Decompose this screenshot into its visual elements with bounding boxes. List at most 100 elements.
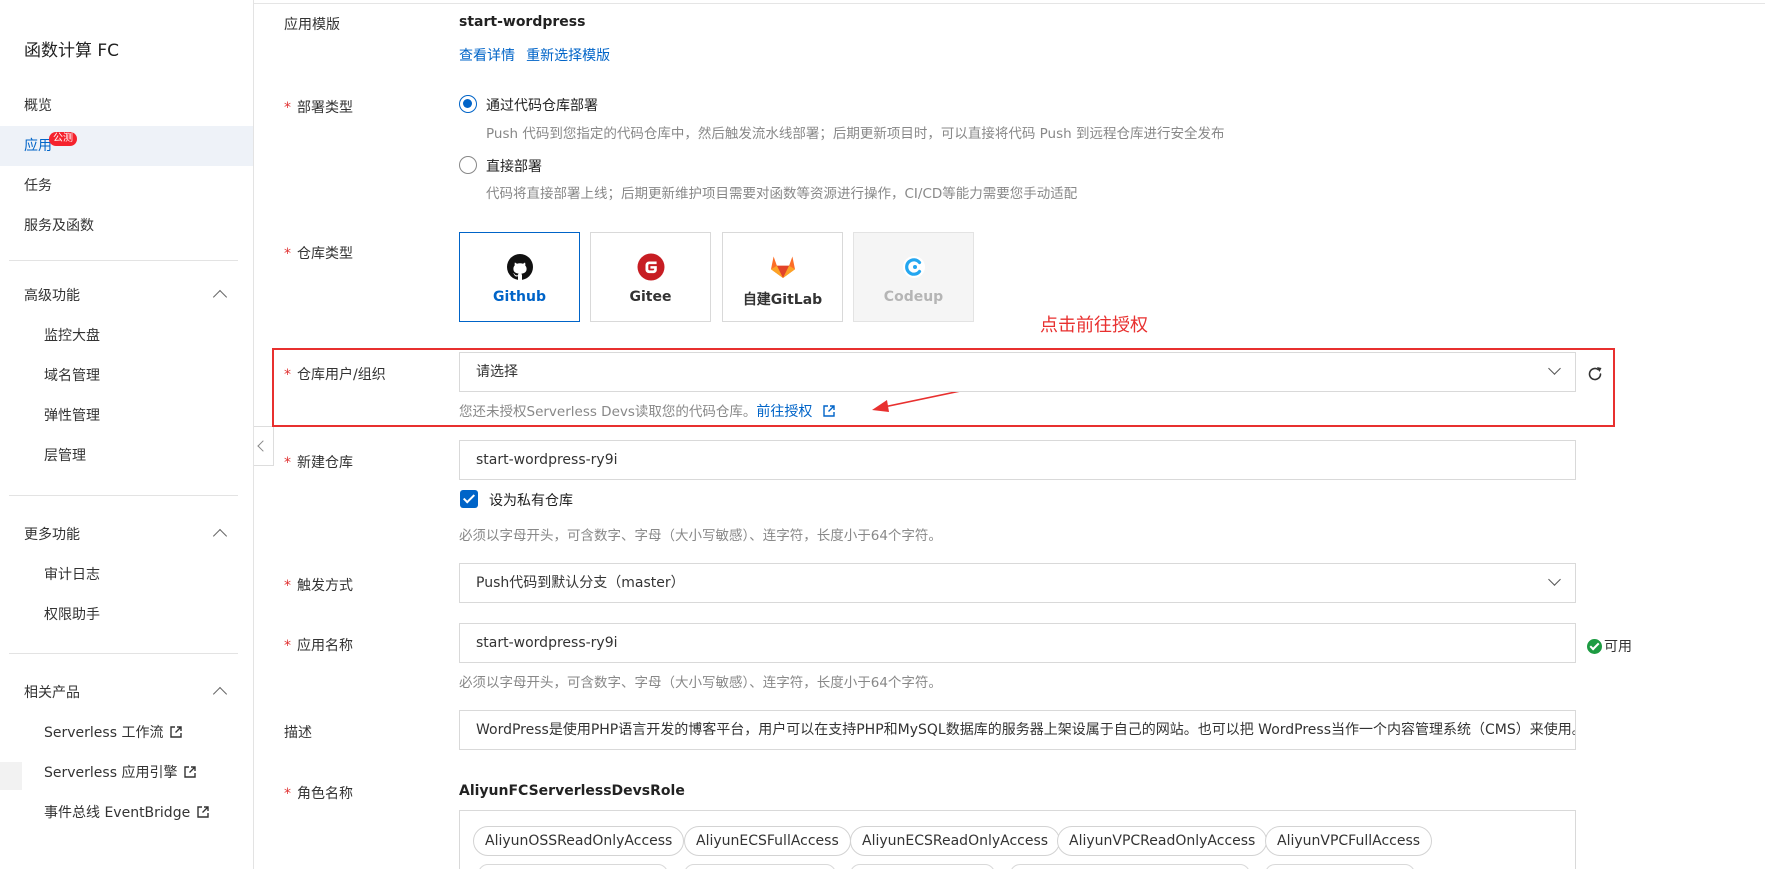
policy-tag: AliyunECSFullAccess [684, 826, 851, 856]
trigger-select[interactable]: Push代码到默认分支（master） [459, 563, 1576, 603]
app-name-input[interactable]: start-wordpress-ry9i [459, 623, 1576, 663]
top-border [56, 0, 1765, 4]
sidebar-item-label: Serverless 工作流 [44, 725, 164, 741]
repo-type-label: Codeup [883, 289, 944, 305]
chevron-up-icon [212, 289, 228, 305]
sidebar-item-permission-helper[interactable]: 权限助手 [0, 595, 253, 635]
template-value: start-wordpress [459, 14, 586, 30]
sidebar-item-tasks[interactable]: 任务 [0, 166, 253, 206]
section-advanced[interactable]: 高级功能 [0, 276, 253, 316]
sidebar-item-label: 弹性管理 [44, 408, 100, 424]
reselect-template-link[interactable]: 重新选择模版 [526, 48, 610, 64]
description-input[interactable]: WordPress是使用PHP语言开发的博客平台，用户可以在支持PHP和MySQ… [459, 710, 1576, 750]
deploy-direct-radio[interactable] [459, 156, 477, 174]
private-repo-checkbox[interactable] [460, 490, 478, 508]
repo-owner-label: * 仓库用户/组织 [284, 367, 386, 383]
deploy-direct-label[interactable]: 直接部署 [486, 156, 542, 176]
sidebar-item-label: 审计日志 [44, 567, 100, 583]
required-mark: * [284, 455, 291, 471]
app-name-label: * 应用名称 [284, 638, 353, 654]
repo-owner-hint: 您还未授权Serverless Devs读取您的代码仓库。前往授权 [459, 400, 835, 421]
sidebar-item-audit-log[interactable]: 审计日志 [0, 555, 253, 595]
external-link-icon [197, 806, 209, 818]
sidebar-divider [9, 260, 238, 261]
policy-tag [850, 864, 995, 869]
repo-owner-select[interactable]: 请选择 [459, 352, 1576, 392]
beta-badge: 公测 [49, 132, 77, 146]
section-more[interactable]: 更多功能 [0, 515, 253, 555]
role-value: AliyunFCServerlessDevsRole [459, 783, 685, 799]
app-name-hint: 必须以字母开头，可含数字、字母（大小写敏感）、连字符，长度小于64个字符。 [459, 675, 942, 691]
template-label: 应用模版 [284, 17, 340, 33]
product-title: 函数计算 FC [24, 41, 120, 61]
sidebar-link-serverless-app-engine[interactable]: Serverless 应用引擎 [0, 753, 253, 793]
sidebar-item-layers[interactable]: 层管理 [0, 436, 253, 476]
new-repo-input[interactable]: start-wordpress-ry9i [459, 440, 1576, 480]
sidebar-item-label: 事件总线 EventBridge [44, 805, 191, 821]
chevron-down-icon [1548, 573, 1561, 586]
repo-type-label: Gitee [629, 289, 672, 305]
role-label: * 角色名称 [284, 786, 353, 802]
deploy-via-repo-desc: Push 代码到您指定的代码仓库中，然后触发流水线部署；后期更新项目时，可以直接… [486, 126, 1225, 142]
select-placeholder: 请选择 [476, 364, 518, 380]
required-mark: * [284, 786, 291, 802]
sidebar-collapse-toggle[interactable] [254, 426, 274, 466]
external-link-icon [170, 726, 183, 738]
view-details-link[interactable]: 查看详情 [459, 48, 515, 64]
section-related[interactable]: 相关产品 [0, 673, 253, 713]
annotation-text: 点击前往授权 [1040, 315, 1148, 336]
required-mark: * [284, 246, 291, 262]
sidebar-divider [9, 653, 238, 654]
gitee-icon [637, 253, 665, 281]
policy-tag: AliyunVPCReadOnlyAccess [1057, 826, 1268, 856]
sidebar-item-label: Serverless 应用引擎 [44, 765, 178, 781]
sidebar-item-applications[interactable]: 应用 公测 [0, 126, 253, 166]
sidebar-item-label: 应用 [24, 138, 52, 154]
check-circle-icon [1587, 639, 1602, 654]
deploy-via-repo-label[interactable]: 通过代码仓库部署 [486, 95, 598, 115]
select-value: Push代码到默认分支（master） [476, 575, 685, 591]
policy-tag [1010, 864, 1250, 869]
section-label: 相关产品 [24, 685, 80, 701]
required-mark: * [284, 367, 291, 383]
private-repo-label[interactable]: 设为私有仓库 [489, 490, 573, 510]
authorize-link[interactable]: 前往授权 [756, 404, 812, 420]
trigger-label: * 触发方式 [284, 578, 353, 594]
floating-side-tab[interactable] [0, 762, 22, 790]
github-icon [507, 254, 533, 280]
template-links: 查看详情 重新选择模版 [459, 45, 610, 65]
new-repo-label: * 新建仓库 [284, 455, 353, 471]
repo-type-github[interactable]: Github [459, 232, 580, 322]
refresh-icon[interactable] [1586, 365, 1604, 383]
policy-tag [478, 864, 668, 869]
chevron-left-icon [257, 440, 269, 452]
sidebar: 函数计算 FC 概览 应用 公测 任务 服务及函数 高级功能 监控大盘 域名管理… [0, 0, 254, 869]
sidebar-item-monitoring[interactable]: 监控大盘 [0, 316, 253, 356]
external-link-icon[interactable] [823, 405, 835, 417]
sidebar-link-serverless-workflow[interactable]: Serverless 工作流 [0, 713, 253, 753]
sidebar-item-label: 服务及函数 [24, 218, 94, 234]
deploy-via-repo-radio[interactable] [459, 95, 477, 113]
repo-type-gitee[interactable]: Gitee [590, 232, 711, 322]
sidebar-item-elastic[interactable]: 弹性管理 [0, 396, 253, 436]
policy-tag: AliyunOSSReadOnlyAccess [473, 826, 685, 856]
app-name-status: 可用 [1587, 636, 1632, 656]
external-link-icon [184, 766, 197, 778]
required-mark: * [284, 100, 291, 116]
chevron-up-icon [212, 528, 228, 544]
sidebar-item-overview[interactable]: 概览 [0, 86, 253, 126]
policy-tag [684, 864, 836, 869]
repo-type-gitlab[interactable]: 自建GitLab [722, 232, 843, 322]
sidebar-item-label: 域名管理 [44, 368, 100, 384]
sidebar-item-label: 监控大盘 [44, 328, 100, 344]
sidebar-item-domains[interactable]: 域名管理 [0, 356, 253, 396]
repo-type-label: Github [493, 289, 546, 305]
deploy-type-label: * 部署类型 [284, 100, 353, 116]
sidebar-item-label: 任务 [24, 178, 52, 194]
section-label: 高级功能 [24, 288, 80, 304]
sidebar-link-eventbridge[interactable]: 事件总线 EventBridge [0, 793, 253, 833]
policy-tag [1265, 864, 1415, 869]
required-mark: * [284, 578, 291, 594]
sidebar-item-services-functions[interactable]: 服务及函数 [0, 206, 253, 246]
repo-type-codeup: Codeup [853, 232, 974, 322]
